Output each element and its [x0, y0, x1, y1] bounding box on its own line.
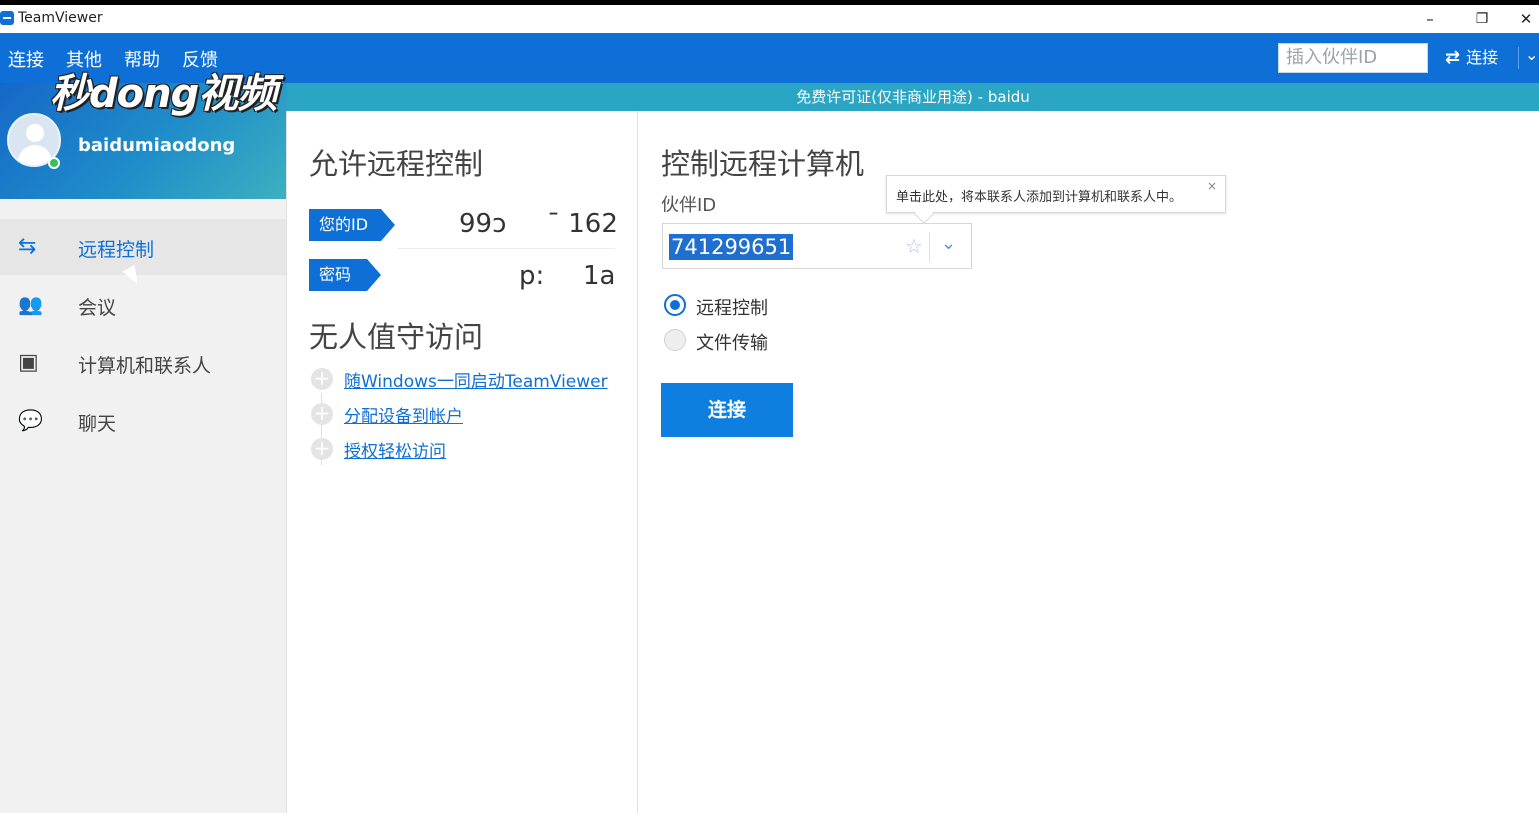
tooltip-tail — [914, 204, 934, 224]
profile-panel: baidumiaodong 秒dong视频 — [0, 71, 287, 199]
sidebar-item-label: 会议 — [78, 297, 117, 319]
restore-button[interactable]: ❐ — [1462, 7, 1502, 31]
contact-card-icon: ▣ — [18, 350, 39, 375]
teamviewer-logo-icon — [0, 11, 14, 25]
online-status-icon — [48, 157, 60, 169]
password-tag: 密码 — [309, 259, 381, 291]
file-transfer-radio-label[interactable]: 文件传输 — [696, 329, 768, 355]
sidebar-item-label: 聊天 — [78, 413, 117, 435]
close-icon[interactable]: × — [1207, 179, 1217, 193]
chat-bubbles-icon: 💬 — [18, 408, 43, 432]
your-id-value-part1: 99ↄ — [459, 209, 507, 239]
top-connect-button[interactable]: ⇄ 连接 — [1435, 43, 1515, 73]
people-icon: 👥 — [18, 292, 43, 316]
control-remote-panel: 控制远程计算机 伙伴ID 741299651 ☆ ⌄ 远程控制 文件传输 连接 … — [638, 111, 1539, 813]
top-connect-separator — [1518, 47, 1519, 69]
avatar-head — [26, 124, 44, 142]
license-banner: 免费许可证(仅非商业用途) - baidu — [287, 83, 1539, 111]
swap-arrows-icon: ⇆ — [18, 234, 37, 259]
sidebar-item-meeting[interactable]: 👥 会议 — [0, 277, 287, 333]
teamviewer-window: TeamViewer – ❐ ✕ 连接 其他 帮助 反馈 插入伙伴ID ⇄ 连接 … — [0, 5, 1539, 813]
sidebar-divider — [286, 111, 287, 813]
remote-control-radio-label[interactable]: 远程控制 — [696, 294, 768, 320]
password-value-part2: 1a — [583, 261, 616, 291]
allow-remote-panel: 允许远程控制 您的ID 99ↄ ˉ 162 密码 p: 1a 无人值守访问 + … — [287, 111, 638, 813]
grant-easy-access-link[interactable]: 授权轻松访问 — [344, 437, 446, 462]
start-with-windows-link[interactable]: 随Windows一同启动TeamViewer — [344, 367, 608, 392]
password-value-part1: p: — [519, 261, 545, 291]
window-title: TeamViewer — [18, 10, 103, 26]
avatar-body — [18, 145, 52, 165]
swap-arrows-icon: ⇄ — [1445, 47, 1461, 68]
unattended-title: 无人值守访问 — [309, 320, 484, 354]
title-bar: TeamViewer – ❐ ✕ — [0, 5, 1539, 33]
username[interactable]: baidumiaodong — [78, 135, 235, 156]
sidebar-item-label: 远程控制 — [78, 239, 155, 261]
partner-id-selected-text[interactable]: 741299651 — [669, 234, 794, 260]
input-separator — [929, 232, 930, 262]
partner-id-input[interactable]: 741299651 ☆ ⌄ — [662, 223, 972, 269]
add-contact-tooltip: 单击此处，将本联系人添加到计算机和联系人中。 × — [886, 175, 1226, 224]
partner-id-label: 伙伴ID — [661, 195, 717, 216]
menu-item-connect[interactable]: 连接 — [8, 46, 44, 72]
file-transfer-radio[interactable] — [664, 329, 686, 351]
top-connect-label: 连接 — [1466, 48, 1499, 67]
star-icon[interactable]: ☆ — [905, 234, 923, 258]
chevron-down-icon[interactable]: ⌄ — [1525, 45, 1538, 64]
video-watermark: 秒dong视频 — [50, 71, 277, 117]
your-id-value-part2: ˉ 162 — [547, 209, 618, 239]
minimize-button[interactable]: – — [1410, 7, 1450, 31]
control-remote-title: 控制远程计算机 — [661, 147, 865, 181]
allow-remote-title: 允许远程控制 — [309, 147, 484, 181]
connect-button[interactable]: 连接 — [661, 383, 793, 437]
sidebar: ⇆ 远程控制 👥 会议 ▣ 计算机和联系人 💬 聊天 — [0, 199, 287, 813]
assign-device-link[interactable]: 分配设备到帐户 — [344, 402, 463, 427]
sidebar-item-label: 计算机和联系人 — [78, 355, 212, 377]
plus-icon: + — [311, 438, 333, 460]
plus-icon: + — [311, 403, 333, 425]
partner-id-search-input[interactable]: 插入伙伴ID — [1278, 43, 1428, 73]
sidebar-item-computers-contacts[interactable]: ▣ 计算机和联系人 — [0, 335, 287, 391]
your-id-tag: 您的ID — [309, 209, 395, 241]
sidebar-item-remote-control[interactable]: ⇆ 远程控制 — [0, 219, 287, 288]
id-row-divider — [397, 248, 615, 249]
chevron-down-icon[interactable]: ⌄ — [941, 233, 956, 254]
close-button[interactable]: ✕ — [1513, 7, 1539, 31]
remote-control-radio[interactable] — [664, 294, 686, 316]
tooltip-text: 单击此处，将本联系人添加到计算机和联系人中。 — [896, 190, 1183, 205]
sidebar-item-chat[interactable]: 💬 聊天 — [0, 393, 287, 449]
plus-icon: + — [311, 368, 333, 390]
